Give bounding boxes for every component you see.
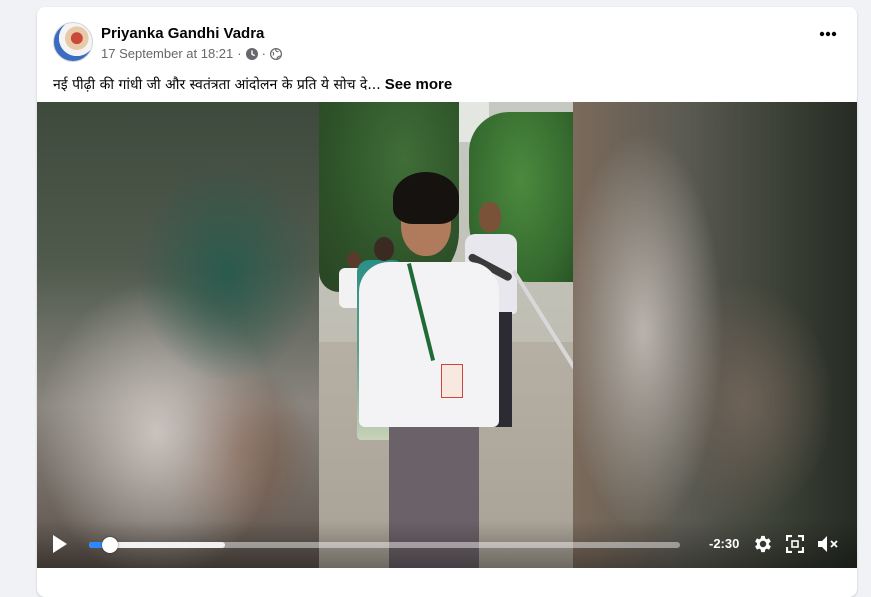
settings-gear-icon	[755, 535, 771, 553]
volume-muted-icon	[818, 536, 838, 552]
globe-icon[interactable]	[269, 47, 282, 60]
fullscreen-button[interactable]	[784, 533, 806, 555]
scene-woman-head	[374, 237, 394, 261]
video-player[interactable]: -2:30	[37, 102, 857, 568]
meta-separator: ·	[237, 46, 242, 61]
post-header: Priyanka Gandhi Vadra 17 September at 18…	[37, 7, 857, 71]
video-controls: -2:30	[37, 520, 857, 568]
more-options-button[interactable]	[813, 23, 843, 45]
scene-man-head	[479, 202, 501, 232]
fullscreen-icon	[786, 535, 804, 553]
scene-boy-hair	[393, 172, 459, 224]
scene-id-card	[441, 364, 463, 398]
mute-button[interactable]	[817, 533, 839, 555]
meta-separator-2: ·	[261, 46, 266, 61]
post-meta: 17 September at 18:21 · ·	[101, 46, 282, 61]
clock-icon	[245, 47, 258, 60]
caption-text: नई पीढ़ी की गांधी जी और स्वतंत्रता आंदोल…	[53, 77, 381, 93]
author-name[interactable]: Priyanka Gandhi Vadra	[101, 25, 264, 42]
post-caption: नई पीढ़ी की गांधी जी और स्वतंत्रता आंदोल…	[53, 75, 843, 94]
progress-bar[interactable]	[89, 537, 680, 553]
more-horizontal-icon	[819, 31, 837, 37]
video-frame	[319, 102, 573, 568]
play-icon	[53, 535, 67, 553]
video-blur-right	[573, 102, 857, 568]
play-button[interactable]	[51, 534, 69, 554]
settings-button[interactable]	[752, 533, 774, 555]
time-remaining: -2:30	[709, 536, 740, 551]
post-timestamp[interactable]: 17 September at 18:21	[101, 46, 233, 61]
author-avatar[interactable]	[53, 22, 93, 62]
see-more-link[interactable]: See more	[385, 76, 453, 93]
video-blur-left	[37, 102, 319, 568]
progress-scrubber[interactable]	[101, 537, 118, 553]
post-card: Priyanka Gandhi Vadra 17 September at 18…	[37, 7, 857, 597]
